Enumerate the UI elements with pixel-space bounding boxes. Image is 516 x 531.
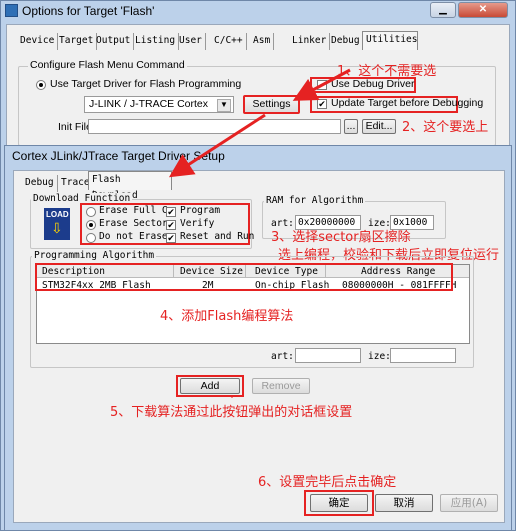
arrow-to-settings: [292, 68, 351, 101]
arrow-to-front-tab: [168, 113, 266, 178]
annotation-arrows: [168, 68, 351, 398]
